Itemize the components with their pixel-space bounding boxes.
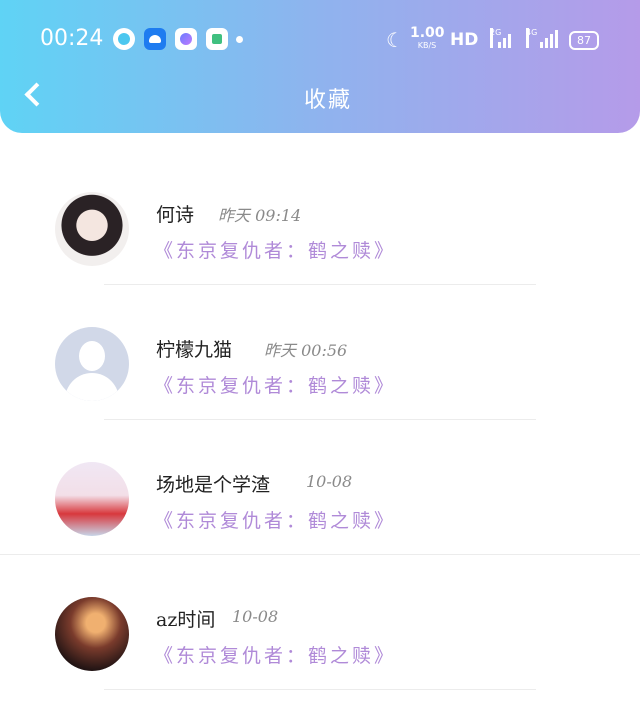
avatar[interactable] [55, 327, 129, 401]
android-notification-icon [144, 28, 166, 50]
timestamp: 10-08 [232, 607, 279, 626]
list-item[interactable]: az时间 10-08 《东京复仇者：鹤之赎》 [0, 555, 640, 690]
user-name: 柠檬九猫 [156, 339, 233, 361]
signal-sim2-icon: 4G [526, 28, 558, 48]
avatar[interactable] [55, 192, 129, 266]
work-title-link[interactable]: 《东京复仇者：鹤之赎》 [154, 641, 396, 668]
timestamp: 昨天 09:14 [218, 206, 302, 225]
sim1-network-label: 2G [490, 28, 501, 48]
divider [104, 689, 536, 690]
page-title: 收藏 [303, 88, 352, 113]
user-name: 何诗 [156, 204, 195, 226]
do-not-disturb-moon-icon: ☾ [386, 28, 404, 52]
signal-sim1-icon: 2G [490, 28, 514, 48]
work-title-link[interactable]: 《东京复仇者：鹤之赎》 [154, 506, 396, 533]
network-speed-unit: KB/S [417, 41, 437, 50]
hd-voice-indicator: HD [450, 30, 479, 50]
user-name: az时间 [156, 609, 216, 631]
timestamp: 昨天 00:56 [264, 341, 348, 360]
user-name: 场地是个学渣 [156, 474, 271, 496]
app-notification-icon [175, 28, 197, 50]
timestamp: 10-08 [306, 472, 353, 491]
network-speed-value: 1.00 [410, 25, 445, 41]
sim2-network-label: 4G [526, 28, 537, 48]
list-item[interactable]: 场地是个学渣 10-08 《东京复仇者：鹤之赎》 [0, 420, 640, 555]
list-item[interactable]: 何诗 昨天 09:14 《东京复仇者：鹤之赎》 [0, 150, 640, 285]
work-title-link[interactable]: 《东京复仇者：鹤之赎》 [154, 236, 396, 263]
browser-notification-icon [113, 28, 135, 50]
network-speed: 1.00 KB/S [410, 25, 445, 50]
work-title-link[interactable]: 《东京复仇者：鹤之赎》 [154, 371, 396, 398]
status-bar: 00:24 ☾ 1.00 KB/S HD 2G 4G 87 [0, 0, 640, 80]
more-notifications-dot-icon [236, 36, 243, 43]
avatar[interactable] [55, 462, 129, 536]
app-header: 00:24 ☾ 1.00 KB/S HD 2G 4G 87 收藏 [0, 0, 640, 133]
status-time: 00:24 [40, 26, 104, 51]
battery-indicator: 87 [569, 31, 599, 50]
wechat-notification-icon [206, 28, 228, 50]
avatar[interactable] [55, 597, 129, 671]
list-item[interactable]: 柠檬九猫 昨天 00:56 《东京复仇者：鹤之赎》 [0, 285, 640, 420]
